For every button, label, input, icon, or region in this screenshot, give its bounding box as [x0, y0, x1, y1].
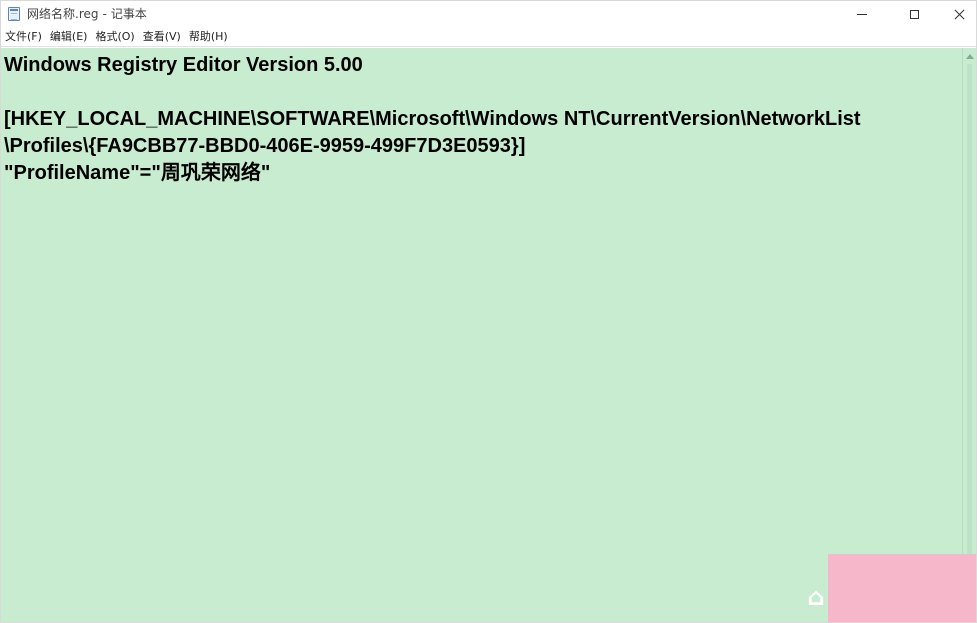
notepad-window: 网络名称.reg - 记事本 文件(F) 编辑(E) 格式(O) 查看(V) 帮助(… [0, 0, 977, 623]
menu-help[interactable]: 帮助(H) [187, 28, 234, 46]
menu-bar: 文件(F) 编辑(E) 格式(O) 查看(V) 帮助(H) [1, 27, 976, 47]
maximize-icon [909, 9, 919, 19]
file-name: 网络名称.reg [27, 7, 99, 21]
close-icon [954, 9, 965, 20]
menu-file[interactable]: 文件(F) [3, 28, 48, 46]
close-button[interactable] [936, 1, 976, 27]
menu-edit[interactable]: 编辑(E) [48, 28, 94, 46]
editor-line: "ProfileName"="周巩荣网络" [4, 162, 271, 184]
scroll-up-icon[interactable] [966, 54, 974, 59]
minimize-button[interactable] [839, 1, 885, 27]
editor-line: Windows Registry Editor Version 5.00 [4, 54, 363, 76]
scroll-thumb[interactable] [967, 64, 972, 604]
vertical-scrollbar[interactable] [962, 48, 976, 622]
notepad-icon[interactable] [8, 7, 20, 21]
title-bar[interactable]: 网络名称.reg - 记事本 [1, 1, 976, 27]
editor-line: [HKEY_LOCAL_MACHINE\SOFTWARE\Microsoft\W… [4, 108, 861, 130]
app-name: 记事本 [110, 7, 147, 21]
title-separator: - [102, 7, 107, 21]
watermark [828, 554, 976, 622]
watermark-logo-icon: ⌂ [807, 583, 825, 611]
editor-line: \Profiles\{FA9CBB77-BBD0-406E-9959-499F7… [4, 135, 526, 157]
window-title: 网络名称.reg - 记事本 [27, 6, 147, 22]
menu-view[interactable]: 查看(V) [141, 28, 187, 46]
minimize-icon [857, 13, 867, 15]
text-editor[interactable]: Windows Registry Editor Version 5.00 [HK… [1, 48, 962, 622]
menu-format[interactable]: 格式(O) [93, 28, 140, 46]
maximize-button[interactable] [891, 1, 937, 27]
